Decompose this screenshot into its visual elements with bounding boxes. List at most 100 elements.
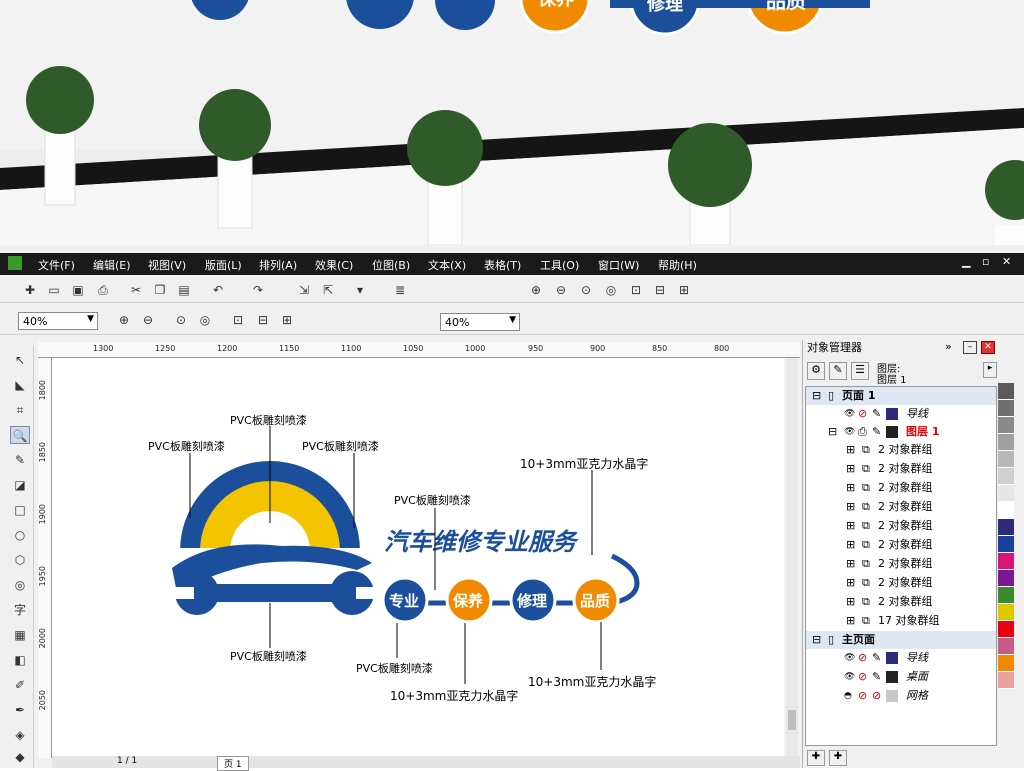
shape-tool-icon[interactable]: ◣ [10,376,30,394]
menu-help[interactable]: 帮助(H) [658,257,697,273]
menu-text[interactable]: 文本(X) [428,257,466,273]
new-layer-icon[interactable]: ✚ [807,750,825,766]
cut-icon[interactable]: ✂ [128,282,144,298]
tree-group-item[interactable]: ⊞ ⧉ 2 对象群组 [806,479,996,497]
tree-master-guides[interactable]: 👁 ⊘ ✎ 导线 [806,649,996,667]
edit-pencil-icon[interactable]: ✎ [872,423,881,441]
menu-table[interactable]: 表格(T) [484,257,521,273]
print-off-icon[interactable]: ⊘ [858,687,867,705]
tree-group-item[interactable]: ⊞ ⧉ 17 对象群组 [806,612,996,630]
print-off-icon[interactable]: ⊘ [858,649,867,667]
paste-icon[interactable]: ▤ [176,282,192,298]
tree-group-item[interactable]: ⊞ ⧉ 2 对象群组 [806,460,996,478]
table-tool-icon[interactable]: ▦ [10,626,30,644]
zoom-combo-property[interactable]: 40% ▼ [18,312,98,330]
options-icon[interactable]: ≣ [392,282,408,298]
panel-minimize-icon[interactable]: – [963,341,977,354]
blend-tool-icon[interactable]: ◧ [10,651,30,669]
palette-swatch[interactable] [998,536,1014,553]
crop-tool-icon[interactable]: ⌗ [10,401,30,419]
zoom-selected-icon[interactable]: ⊙ [578,282,594,298]
menu-edit[interactable]: 编辑(E) [93,257,131,273]
eyedropper-icon[interactable]: ✐ [10,676,30,694]
copy-icon[interactable]: ❐ [152,282,168,298]
palette-swatch[interactable] [998,672,1014,689]
expand-icon[interactable]: ⊞ [846,517,855,535]
palette-swatch[interactable] [998,638,1014,655]
palette-swatch[interactable] [998,434,1014,451]
edit-pencil-icon[interactable]: ✎ [872,668,881,686]
freehand-tool-icon[interactable]: ✎ [10,451,30,469]
vertical-scrollbar[interactable] [786,358,798,756]
expand-icon[interactable]: ⊞ [846,536,855,554]
basic-shapes-icon[interactable]: ◎ [10,576,30,594]
expand-icon[interactable]: ⊞ [846,555,855,573]
zoom-all-icon-2[interactable]: ◎ [197,312,213,328]
minimize-icon[interactable]: ▁ [962,255,970,268]
palette-swatch[interactable] [998,587,1014,604]
flyout-arrow-icon[interactable]: ▸ [983,362,997,378]
app-launcher-icon[interactable]: ▾ [352,282,368,298]
export-icon[interactable]: ⇱ [320,282,336,298]
printer-icon[interactable]: ⎙ [858,423,867,441]
text-tool-icon[interactable]: 字 [10,601,30,619]
tree-master-page[interactable]: ⊟ ▯ 主页面 [806,631,996,649]
palette-swatch[interactable] [998,485,1014,502]
zoom-in-icon-2[interactable]: ⊕ [116,312,132,328]
expand-icon[interactable]: ⊞ [846,498,855,516]
undo-icon[interactable]: ↶ [210,282,226,298]
zoom-selected-icon-2[interactable]: ⊙ [173,312,189,328]
panel-close-icon[interactable]: ✕ [981,341,995,354]
redo-icon[interactable]: ↷ [250,282,266,298]
expand-icon[interactable]: ⊞ [846,441,855,459]
zoom-page-icon-2[interactable]: ⊡ [230,312,246,328]
zoom-out-icon-2[interactable]: ⊖ [140,312,156,328]
tree-group-item[interactable]: ⊞ ⧉ 2 对象群组 [806,517,996,535]
visible-eye-icon[interactable]: 👁 [844,423,855,441]
zoom-tool-icon[interactable]: 🔍 [10,426,30,444]
palette-swatch[interactable] [998,451,1014,468]
restore-icon[interactable]: ▫ [982,255,989,268]
zoom-height-icon[interactable]: ⊞ [676,282,692,298]
page-tab[interactable]: 页 1 [217,756,249,771]
tree-page-1[interactable]: ⊟ ▯ 页面 1 [806,387,996,405]
collapse-icon[interactable]: ⊟ [812,631,821,649]
expand-icon[interactable]: ⊞ [846,593,855,611]
menu-bitmaps[interactable]: 位图(B) [372,257,410,273]
expand-icon[interactable]: ⊞ [846,460,855,478]
zoom-out-icon[interactable]: ⊖ [553,282,569,298]
show-properties-icon[interactable]: ⚙ [807,362,825,380]
menu-arrange[interactable]: 排列(A) [259,257,297,273]
palette-swatch[interactable] [998,383,1014,400]
hidden-eye-icon[interactable]: ◓ [844,687,852,705]
palette-swatch[interactable] [998,604,1014,621]
edit-pencil-icon[interactable]: ✎ [872,405,881,423]
zoom-height-icon-2[interactable]: ⊞ [279,312,295,328]
close-icon[interactable]: ✕ [1002,255,1011,268]
palette-swatch[interactable] [998,519,1014,536]
visible-eye-icon[interactable]: 👁 [844,405,855,423]
print-off-icon[interactable]: ⊘ [858,668,867,686]
menu-effects[interactable]: 效果(C) [315,257,353,273]
ellipse-tool-icon[interactable]: ○ [10,526,30,544]
fill-tool-icon[interactable]: ◈ [10,726,30,744]
palette-swatch[interactable] [998,553,1014,570]
layer-manager-icon[interactable]: ☰ [851,362,869,380]
visible-eye-icon[interactable]: 👁 [844,649,855,667]
new-master-layer-icon[interactable]: ✚ [829,750,847,766]
tree-group-item[interactable]: ⊞ ⧉ 2 对象群组 [806,498,996,516]
zoom-all-icon[interactable]: ◎ [603,282,619,298]
edit-across-layers-icon[interactable]: ✎ [829,362,847,380]
polygon-tool-icon[interactable]: ⬡ [10,551,30,569]
new-icon[interactable]: ✚ [22,282,38,298]
menu-file[interactable]: 文件(F) [38,257,75,273]
save-icon[interactable]: ▣ [70,282,86,298]
palette-swatch[interactable] [998,468,1014,485]
tree-layer-1[interactable]: ⊟ 👁 ⎙ ✎ 图层 1 [806,423,996,441]
menu-window[interactable]: 窗口(W) [598,257,639,273]
interactive-fill-icon[interactable]: ◆ [10,748,30,766]
palette-swatch[interactable] [998,621,1014,638]
edit-off-icon[interactable]: ⊘ [872,687,881,705]
tree-group-item[interactable]: ⊞ ⧉ 2 对象群组 [806,441,996,459]
pick-tool-icon[interactable]: ↖ [10,351,30,369]
